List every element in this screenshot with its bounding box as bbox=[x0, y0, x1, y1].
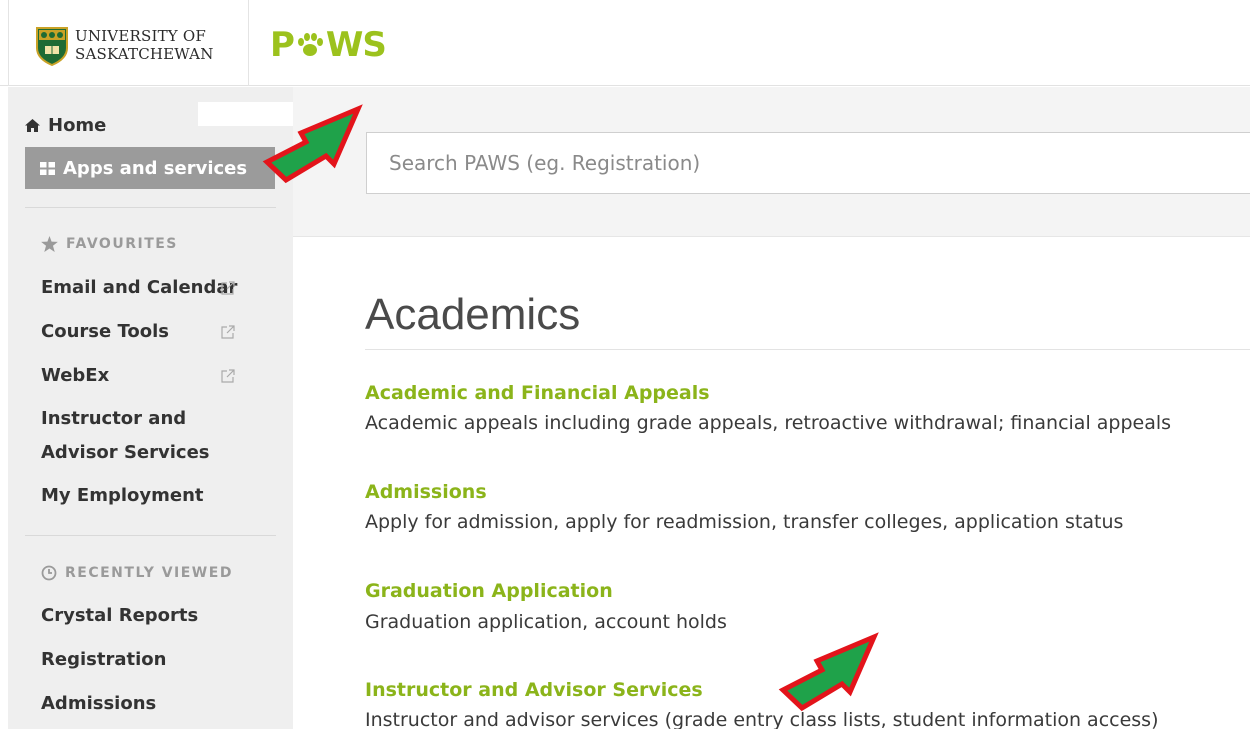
service-description: Apply for admission, apply for readmissi… bbox=[365, 511, 1124, 533]
service-link-graduation-application[interactable]: Graduation Application bbox=[365, 580, 613, 602]
sidebar-link-my-employment[interactable]: My Employment bbox=[41, 479, 204, 513]
sidebar-divider bbox=[25, 207, 276, 208]
annotation-arrow-icon bbox=[778, 632, 879, 712]
sidebar-link-instructor-and-advisor-services[interactable]: Instructor and Advisor Services bbox=[41, 402, 210, 470]
external-link-icon bbox=[221, 369, 235, 383]
page-title: Academics bbox=[365, 290, 581, 339]
sidebar-link-webex[interactable]: WebEx bbox=[41, 359, 109, 393]
favourites-heading: FAVOURITES bbox=[41, 236, 178, 252]
sidebar-link-registration[interactable]: Registration bbox=[41, 643, 166, 677]
top-header: UNIVERSITY OF SASKATCHEWAN P WS bbox=[0, 0, 1250, 86]
sidebar-item-home[interactable]: Home bbox=[25, 115, 106, 136]
title-divider bbox=[365, 349, 1250, 350]
sidebar-link-email-and-calendar[interactable]: Email and Calendar bbox=[41, 271, 237, 305]
paws-logo-prefix: P bbox=[270, 25, 295, 65]
sidebar-link-admissions[interactable]: Admissions bbox=[41, 687, 156, 721]
sidebar-link-crystal-reports[interactable]: Crystal Reports bbox=[41, 599, 198, 633]
paw-print-icon bbox=[297, 33, 323, 56]
sidebar-item-label: Home bbox=[48, 115, 107, 136]
service-link-instructor-and-advisor-services[interactable]: Instructor and Advisor Services bbox=[365, 679, 703, 701]
sidebar-link-course-tools[interactable]: Course Tools bbox=[41, 315, 169, 349]
sidebar-item-label: Apps and services bbox=[63, 157, 248, 179]
university-logo[interactable]: UNIVERSITY OF SASKATCHEWAN bbox=[8, 0, 249, 86]
service-link-admissions[interactable]: Admissions bbox=[365, 481, 487, 503]
paws-logo-suffix: WS bbox=[325, 25, 387, 65]
annotation-arrow-icon bbox=[262, 104, 363, 184]
sidebar-divider bbox=[25, 535, 276, 536]
search-input[interactable] bbox=[366, 132, 1250, 194]
external-link-icon bbox=[221, 325, 235, 339]
star-icon bbox=[41, 236, 58, 252]
external-link-icon bbox=[221, 281, 235, 295]
service-description: Academic appeals including grade appeals… bbox=[365, 412, 1172, 434]
university-name-line2: SASKATCHEWAN bbox=[75, 45, 214, 63]
service-description: Graduation application, account holds bbox=[365, 611, 727, 633]
clock-icon bbox=[41, 565, 57, 581]
paws-logo[interactable]: P WS bbox=[270, 25, 387, 65]
service-link-academic-and-financial-appeals[interactable]: Academic and Financial Appeals bbox=[365, 382, 710, 404]
sidebar-item-apps-and-services[interactable]: Apps and services bbox=[25, 147, 275, 189]
grid-icon bbox=[40, 161, 55, 175]
service-description: Instructor and advisor services (grade e… bbox=[365, 709, 1159, 729]
sidebar-link-line: Instructor and bbox=[41, 408, 187, 429]
sidebar-link-line: Advisor Services bbox=[41, 442, 210, 463]
university-name-line1: UNIVERSITY OF bbox=[75, 27, 206, 45]
home-icon bbox=[25, 119, 40, 132]
university-crest-icon bbox=[36, 27, 68, 66]
recently-viewed-heading: RECENTLY VIEWED bbox=[41, 565, 233, 581]
